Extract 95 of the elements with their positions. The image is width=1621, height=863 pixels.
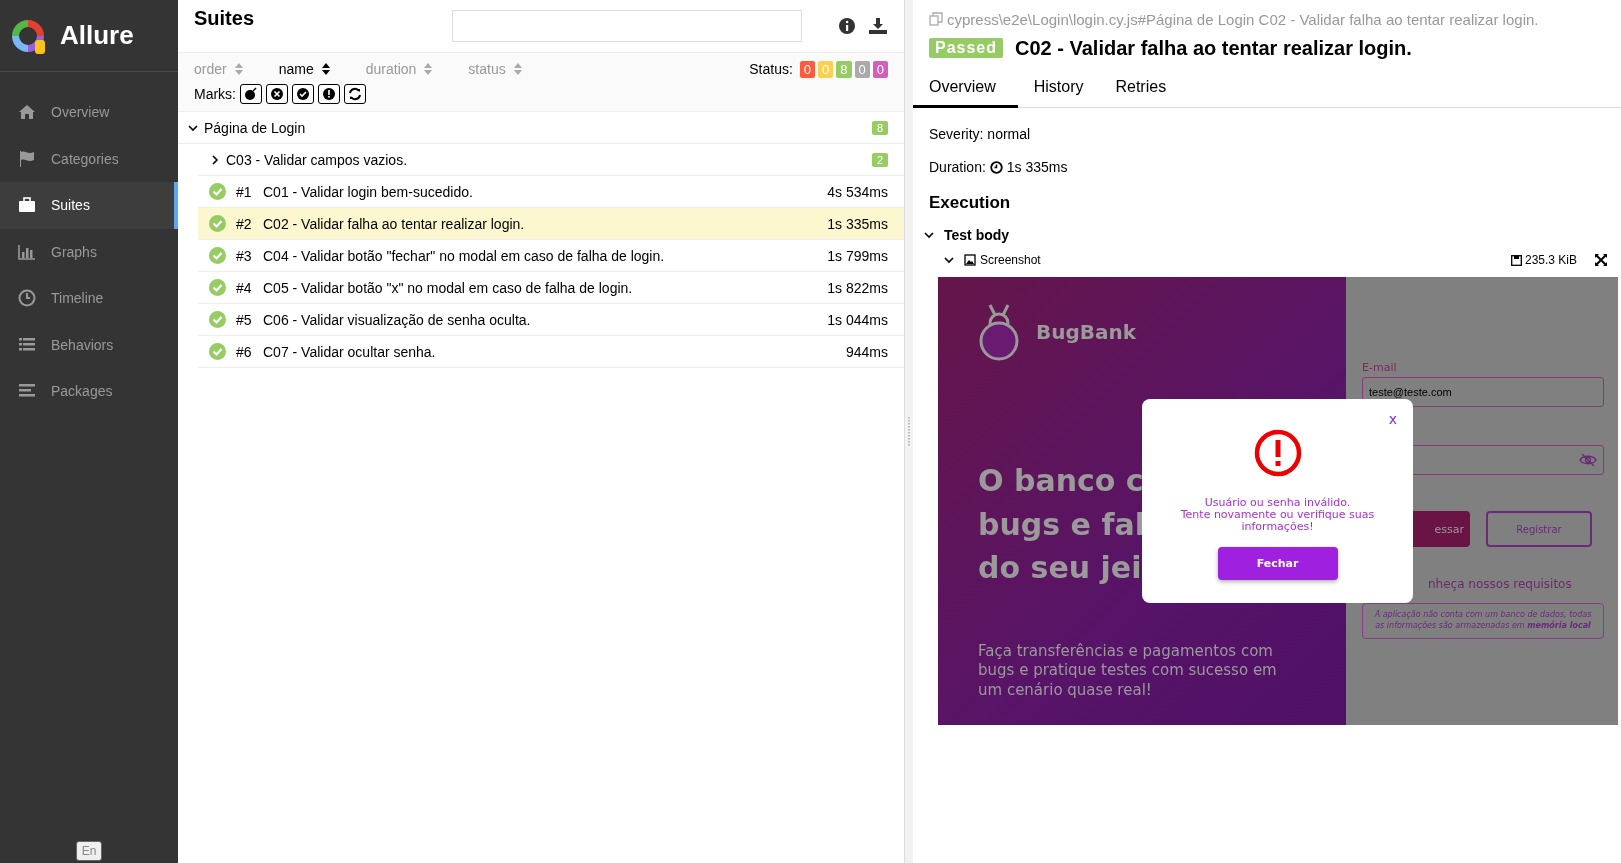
duration-value: 1s 335ms xyxy=(1006,159,1068,175)
tab[interactable]: Retries xyxy=(1099,68,1183,108)
attachment-size: 235.3 KiB xyxy=(1524,253,1577,267)
headline-text: bugs e fal xyxy=(978,505,1145,544)
attachment-name[interactable]: Screenshot xyxy=(980,253,1041,267)
clock-icon xyxy=(17,288,37,309)
check-circle-icon xyxy=(209,343,226,360)
test-name: C01 - Validar login bem-sucedido. xyxy=(263,183,473,200)
resize-handle-icon[interactable] xyxy=(907,416,911,447)
status-count[interactable]: 0 xyxy=(872,60,888,78)
check-circle-icon xyxy=(209,279,226,296)
test-name: C02 - Validar falha ao tentar realizar login. xyxy=(263,215,525,232)
info-icon[interactable] xyxy=(838,17,856,35)
sort-icon xyxy=(321,63,330,75)
brand-name: BugBank xyxy=(1036,320,1137,344)
sidebar-item[interactable]: Suites xyxy=(0,182,178,229)
severity-text: Severity: normal xyxy=(928,126,1032,142)
sort-button[interactable]: duration xyxy=(365,61,433,77)
test-number: #2 xyxy=(236,215,253,232)
test-row[interactable]: #2 C02 - Validar falha ao tentar realizar login. 1s 335ms xyxy=(198,208,904,240)
sidebar-item[interactable]: Behaviors xyxy=(0,321,178,368)
group-name: Página de Login xyxy=(204,119,306,136)
sort-icon xyxy=(513,63,522,75)
chevron-icon[interactable] xyxy=(209,153,221,166)
image-file-icon xyxy=(964,254,976,266)
test-name: C06 - Validar visualização de senha oculta. xyxy=(263,311,531,328)
clock-icon xyxy=(989,160,1003,174)
section-heading: Execution xyxy=(928,193,1012,213)
test-number: #6 xyxy=(236,343,253,360)
close-dialog-button[interactable]: Fechar xyxy=(1217,547,1338,581)
test-row[interactable]: #5 C06 - Validar visualização de senha oculta. 1s 044ms xyxy=(198,304,904,336)
test-duration: 1s 822ms xyxy=(827,279,888,296)
bomb-icon[interactable] xyxy=(240,84,262,104)
tagline-text: Faça transferências e pagamentos com bugs e pratique testes com sucesso em um cenário quase real! xyxy=(978,641,1278,700)
sort-button[interactable]: order xyxy=(194,61,243,77)
check-circle-icon xyxy=(209,183,226,200)
app-logo-text: Allure xyxy=(60,20,134,51)
test-duration: 4s 534ms xyxy=(827,183,888,200)
test-title: C02 - Validar falha ao tentar realizar login. xyxy=(1015,36,1412,60)
search-field[interactable] xyxy=(452,10,802,42)
count-badge: 2 xyxy=(871,152,888,167)
count-badge: 8 xyxy=(871,120,888,135)
status-badge: Passed xyxy=(929,38,1004,58)
check-circle-icon xyxy=(209,247,226,264)
tab[interactable]: Overview xyxy=(913,68,1018,108)
sidebar-item[interactable]: Categories xyxy=(0,135,178,182)
notice-text: A aplicação não conta com um banco de dados, todas as informações são armazenadas em memória local xyxy=(1362,603,1604,639)
group-name: C03 - Validar campos vazios. xyxy=(226,151,408,168)
test-duration: 1s 335ms xyxy=(827,215,888,232)
headline-text: O banco c xyxy=(978,462,1144,500)
test-name: C04 - Validar botão "fechar" no modal em caso de falha de login. xyxy=(263,247,665,264)
marks-label: Marks: xyxy=(194,86,236,102)
tree-group-row[interactable]: Página de Login 8 xyxy=(178,112,904,144)
chevron-icon[interactable] xyxy=(923,229,935,241)
sort-icon xyxy=(424,63,433,75)
bug-logo-icon xyxy=(978,303,1020,361)
test-row[interactable]: #4 C05 - Validar botão "x" no modal em caso de falha de login. 1s 822ms xyxy=(198,272,904,304)
test-number: #5 xyxy=(236,311,253,328)
chevron-icon[interactable] xyxy=(943,254,955,266)
status-count[interactable]: 0 xyxy=(799,60,816,78)
sidebar-item[interactable]: Packages xyxy=(0,368,178,415)
test-path: cypress\e2e\Login\login.cy.js#Página de Login C02 - Validar falha ao tentar realizar login. xyxy=(947,10,1539,28)
expand-icon[interactable] xyxy=(1595,254,1607,266)
sidebar-item[interactable]: Timeline xyxy=(0,275,178,322)
test-number: #1 xyxy=(236,183,253,200)
headline-text: do seu jei xyxy=(978,549,1142,587)
test-name: C05 - Validar botão "x" no modal em caso de falha de login. xyxy=(263,279,633,296)
sidebar-item[interactable]: Overview xyxy=(0,89,178,136)
language-button[interactable]: En xyxy=(75,841,103,861)
field-label: E-mail xyxy=(1362,361,1398,374)
test-duration: 944ms xyxy=(845,343,888,360)
download-icon[interactable] xyxy=(868,17,888,35)
test-row[interactable]: #6 C07 - Validar ocultar senha. 944ms xyxy=(198,336,904,368)
test-name: C07 - Validar ocultar senha. xyxy=(263,343,436,360)
sort-button[interactable]: name xyxy=(278,61,330,77)
step-name[interactable]: Test body xyxy=(944,227,1010,243)
status-label: Status: xyxy=(749,61,793,77)
duration-label: Duration: xyxy=(929,159,986,175)
tab[interactable]: History xyxy=(1017,68,1100,108)
test-number: #4 xyxy=(236,279,253,296)
check-circle-icon xyxy=(209,215,226,232)
sidebar-item[interactable]: Graphs xyxy=(0,228,178,275)
test-duration: 1s 044ms xyxy=(827,311,888,328)
tree-group-row[interactable]: C03 - Validar campos vazios. 2 xyxy=(198,144,904,176)
test-number: #3 xyxy=(236,247,253,264)
sort-icon xyxy=(234,63,243,75)
test-duration: 1s 799ms xyxy=(827,247,888,264)
error-icon xyxy=(1253,429,1302,477)
test-row[interactable]: #3 C04 - Validar botão "fechar" no modal em caso de falha de login. 1s 799ms xyxy=(198,240,904,272)
flag-icon xyxy=(17,148,37,169)
refresh-icon[interactable] xyxy=(344,84,366,104)
check-circle-icon xyxy=(209,311,226,328)
panel-title: Suites xyxy=(194,6,255,30)
sort-button[interactable]: status xyxy=(468,61,522,77)
close-button[interactable]: x xyxy=(1388,411,1397,427)
